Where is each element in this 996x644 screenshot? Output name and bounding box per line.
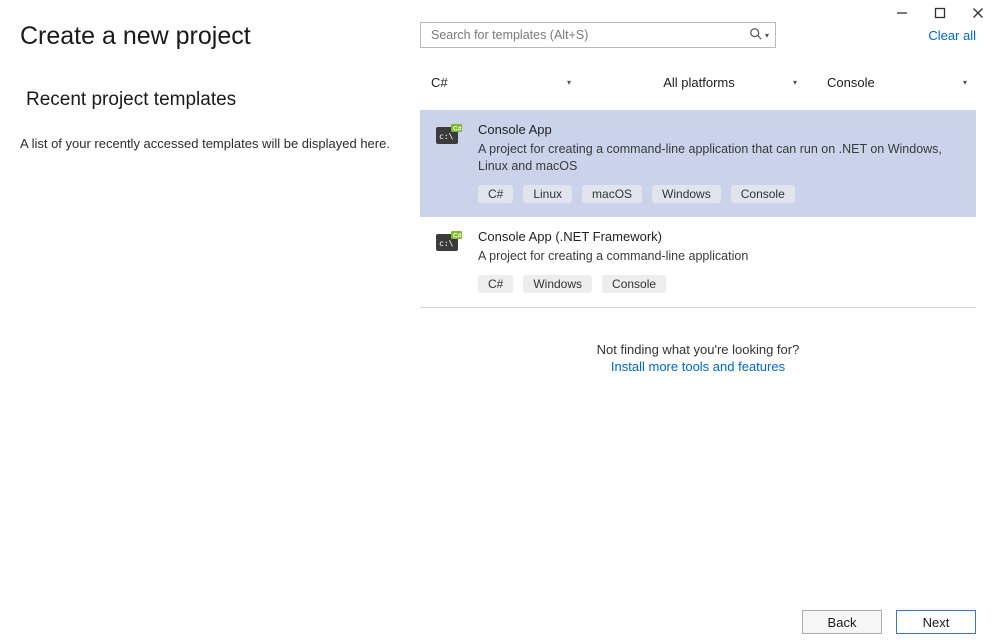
install-tools-link[interactable]: Install more tools and features	[420, 359, 976, 374]
language-filter-dropdown[interactable]: C# ▾	[420, 68, 580, 96]
not-finding-text: Not finding what you're looking for?	[597, 342, 800, 357]
chevron-down-icon: ▾	[963, 78, 967, 87]
tag: Console	[731, 185, 795, 203]
template-item-console-app-netfx[interactable]: c:\ C# Console App (.NET Framework) A pr…	[420, 217, 976, 307]
close-button[interactable]	[968, 4, 988, 22]
platform-filter-dropdown[interactable]: All platforms ▾	[590, 68, 806, 96]
recent-templates-heading: Recent project templates	[26, 89, 390, 111]
svg-text:C#: C#	[453, 126, 462, 133]
template-title: Console App	[478, 122, 964, 137]
search-icon[interactable]	[749, 27, 763, 44]
project-type-filter-value: Console	[827, 75, 875, 90]
not-finding-panel: Not finding what you're looking for? Ins…	[420, 342, 976, 374]
svg-text:C#: C#	[453, 232, 462, 239]
minimize-button[interactable]	[892, 4, 912, 22]
search-input[interactable]	[429, 27, 749, 43]
clear-all-link[interactable]: Clear all	[928, 28, 976, 43]
svg-text:c:\: c:\	[439, 239, 454, 248]
console-app-icon: c:\ C#	[436, 229, 464, 293]
template-description: A project for creating a command-line ap…	[478, 141, 964, 175]
tag: C#	[478, 275, 513, 293]
template-item-console-app[interactable]: c:\ C# Console App A project for creatin…	[420, 110, 976, 217]
next-button[interactable]: Next	[896, 610, 976, 634]
tag: Windows	[523, 275, 592, 293]
template-tags: C# Windows Console	[478, 275, 964, 293]
tag: macOS	[582, 185, 642, 203]
template-title: Console App (.NET Framework)	[478, 229, 964, 244]
template-tags: C# Linux macOS Windows Console	[478, 185, 964, 203]
tag: Console	[602, 275, 666, 293]
project-type-filter-dropdown[interactable]: Console ▾	[816, 68, 976, 96]
language-filter-value: C#	[431, 75, 448, 90]
template-list: c:\ C# Console App A project for creatin…	[420, 110, 976, 308]
footer-buttons: Back Next	[802, 610, 976, 634]
console-app-icon: c:\ C#	[436, 122, 464, 203]
tag: Windows	[652, 185, 721, 203]
search-dropdown-caret-icon[interactable]: ▾	[765, 31, 769, 40]
chevron-down-icon: ▾	[793, 78, 797, 87]
recent-templates-placeholder: A list of your recently accessed templat…	[20, 135, 390, 153]
page-title: Create a new project	[20, 22, 390, 51]
window-controls	[892, 0, 996, 22]
tag: Linux	[523, 185, 572, 203]
svg-text:c:\: c:\	[439, 132, 454, 141]
maximize-button[interactable]	[930, 4, 950, 22]
chevron-down-icon: ▾	[567, 78, 571, 87]
search-box[interactable]: ▾	[420, 22, 776, 48]
back-button[interactable]: Back	[802, 610, 882, 634]
template-description: A project for creating a command-line ap…	[478, 248, 964, 265]
tag: C#	[478, 185, 513, 203]
platform-filter-value: All platforms	[663, 75, 735, 90]
